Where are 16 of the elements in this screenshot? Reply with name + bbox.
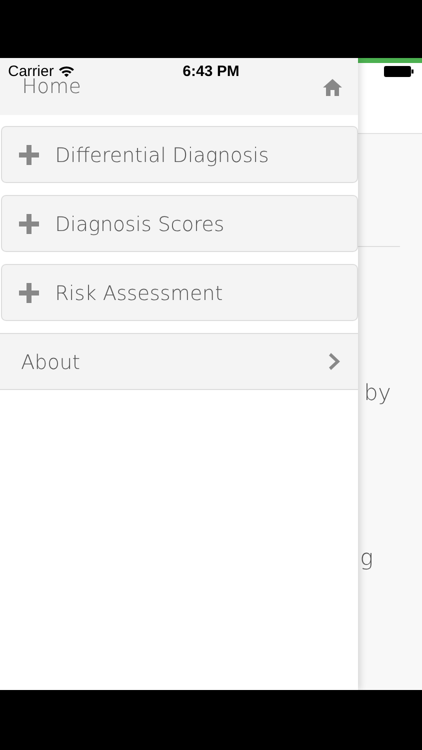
menu-item[interactable]: Risk Assessment (1, 264, 358, 321)
menu-item[interactable]: Differential Diagnosis (1, 126, 358, 183)
plus-icon (19, 144, 39, 164)
home-icon[interactable] (323, 79, 342, 96)
page-text: g (360, 546, 374, 571)
carrier-label: Carrier (8, 62, 54, 80)
page-text: by (364, 381, 391, 406)
chevron-right-icon (329, 353, 340, 370)
clock-time: 6:43 PM (182, 63, 240, 80)
plus-icon (19, 214, 39, 234)
wifi-icon (58, 65, 75, 77)
menu-item[interactable]: About (0, 333, 358, 390)
menu-item[interactable]: Diagnosis Scores (1, 195, 358, 252)
progress-bar-strip (358, 58, 422, 63)
plus-icon (19, 282, 39, 302)
battery-icon (384, 66, 414, 77)
